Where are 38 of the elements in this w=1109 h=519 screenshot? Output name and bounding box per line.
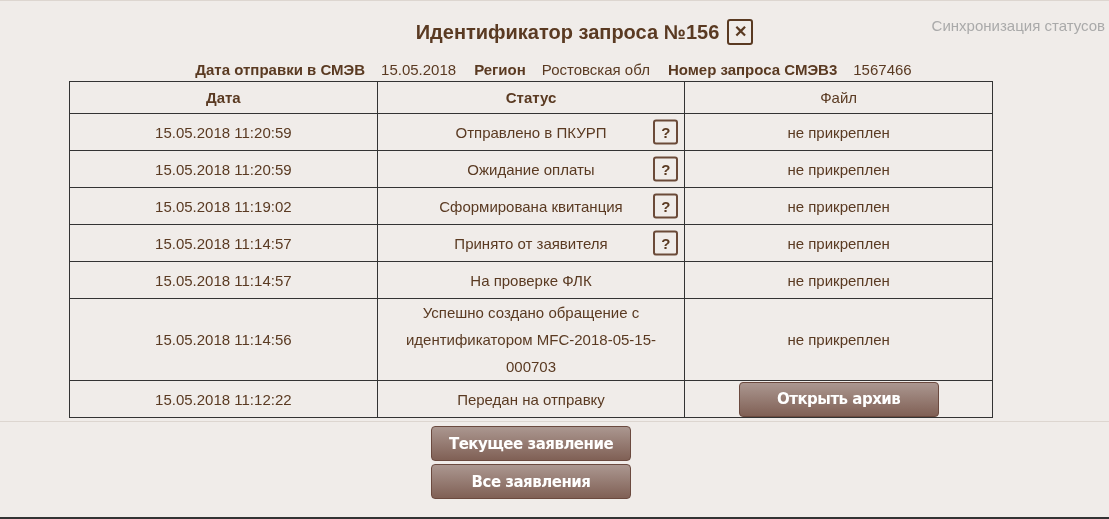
table-cell: 15.05.2018 11:20:59 — [69, 113, 378, 151]
dialog-title: Идентификатор запроса №156 — [415, 20, 720, 44]
help-button[interactable]: ? — [653, 230, 679, 256]
meta-label: Регион — [474, 61, 526, 78]
table-cell: 15.05.2018 11:12:22 — [69, 380, 378, 418]
meta-label: Дата отправки в СМЭВ — [195, 61, 366, 78]
table-cell: 15.05.2018 11:19:02 — [69, 187, 378, 225]
table-cell: 15.05.2018 11:20:59 — [69, 150, 378, 188]
nav-button[interactable]: Все заявления — [431, 464, 631, 499]
meta-label: Номер запроса СМЭВ3 — [667, 61, 838, 78]
column-header: Дата — [69, 81, 378, 114]
column-header: Файл — [684, 81, 993, 114]
help-button[interactable]: ? — [653, 193, 679, 219]
table-cell: 15.05.2018 11:14:56 — [69, 298, 378, 381]
nav-button[interactable]: Текущее заявление — [431, 426, 631, 461]
status-text: Сформирована квитанция — [439, 196, 623, 217]
close-button[interactable]: ✕ — [727, 19, 754, 45]
meta-value: Ростовская обл — [541, 61, 650, 78]
table-cell: не прикреплен — [684, 113, 993, 151]
table-cell: не прикреплен — [684, 150, 993, 188]
table-cell: не прикреплен — [684, 298, 993, 381]
status-text: Передан на отправку — [457, 389, 605, 410]
table-cell: не прикреплен — [684, 261, 993, 299]
table-cell: не прикреплен — [684, 187, 993, 225]
table-cell: 15.05.2018 11:14:57 — [69, 261, 378, 299]
column-header: Статус — [377, 81, 685, 114]
meta-value: 15.05.2018 — [381, 61, 457, 78]
table-cell: не прикреплен — [684, 224, 993, 262]
help-button[interactable]: ? — [653, 156, 679, 182]
status-text: На проверке ФЛК — [470, 270, 592, 291]
status-text: Успешно создано обращение с идентификатором MFC-2018-05-15-000703 — [404, 303, 657, 377]
help-button[interactable]: ? — [653, 119, 679, 145]
status-text: Ожидание оплаты — [467, 159, 595, 180]
status-text: Принято от заявителя — [454, 233, 608, 254]
meta-value: 1567466 — [853, 61, 912, 78]
open-archive-button[interactable]: Открыть архив — [738, 381, 939, 417]
table-cell: 15.05.2018 11:14:57 — [69, 224, 378, 262]
status-text: Отправлено в ПКУРП — [455, 122, 607, 143]
